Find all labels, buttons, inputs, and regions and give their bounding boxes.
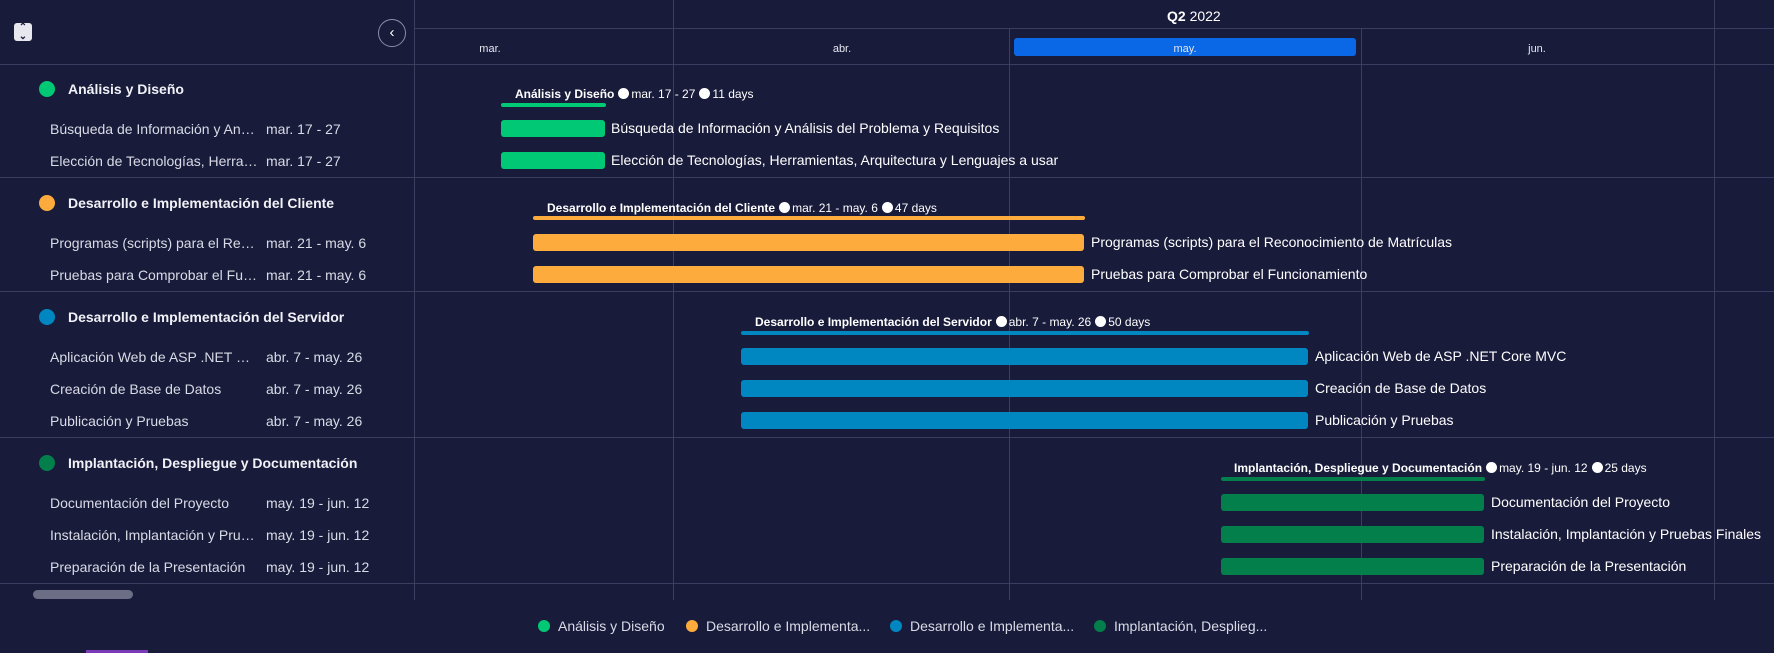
legend-dot-icon xyxy=(686,620,698,632)
task-bar-label: Documentación del Proyecto xyxy=(1491,494,1670,510)
task-name[interactable]: Documentación del Proyecto xyxy=(50,495,258,511)
task-bar[interactable] xyxy=(1221,558,1484,575)
group-divider xyxy=(0,291,1774,292)
task-bar-label: Búsqueda de Información y Análisis del P… xyxy=(611,120,1000,136)
task-dates: mar. 17 - 27 xyxy=(266,121,341,137)
task-dates: may. 19 - jun. 12 xyxy=(266,527,370,543)
group-title[interactable]: Implantación, Despliegue y Documentación xyxy=(68,455,357,471)
legend-dot-icon xyxy=(1094,620,1106,632)
group-color-dot[interactable] xyxy=(39,455,55,471)
task-name[interactable]: Pruebas para Comprobar el Funcionamiento xyxy=(50,267,258,283)
group-summary-label: Desarrollo e Implementación del Cliente m… xyxy=(547,201,937,215)
quarter-label: Q2 2022 xyxy=(1167,8,1221,24)
legend-item[interactable]: Análisis y Diseño xyxy=(538,618,665,634)
group-summary-bar[interactable] xyxy=(501,103,606,107)
task-bar[interactable] xyxy=(533,266,1084,283)
legend-dot-icon xyxy=(538,620,550,632)
task-bar-label: Creación de Base de Datos xyxy=(1315,380,1487,396)
task-bar-label: Aplicación Web de ASP .NET Core MVC xyxy=(1315,348,1567,364)
group-summary-bar[interactable] xyxy=(741,331,1309,335)
task-bar-label: Preparación de la Presentación xyxy=(1491,558,1687,574)
task-bar-label: Pruebas para Comprobar el Funcionamiento xyxy=(1091,266,1368,282)
group-divider xyxy=(0,583,1774,584)
task-name[interactable]: Aplicación Web de ASP .NET Core MVC xyxy=(50,349,258,365)
group-title[interactable]: Desarrollo e Implementación del Servidor xyxy=(68,309,344,325)
month-label: jun. xyxy=(1528,43,1546,55)
group-summary-label: Implantación, Despliegue y Documentación… xyxy=(1234,461,1647,475)
task-bar[interactable] xyxy=(741,412,1308,429)
task-dates: mar. 21 - may. 6 xyxy=(266,235,367,251)
task-dates: abr. 7 - may. 26 xyxy=(266,349,363,365)
task-dates: may. 19 - jun. 12 xyxy=(266,559,370,575)
panel-divider[interactable] xyxy=(414,0,415,600)
collapse-all-icon[interactable]: ⌃ ⌄ xyxy=(14,23,32,42)
group-divider xyxy=(0,437,1774,438)
task-name[interactable]: Publicación y Pruebas xyxy=(50,413,258,429)
group-color-dot[interactable] xyxy=(39,81,55,97)
task-bar[interactable] xyxy=(501,152,605,169)
task-dates: mar. 21 - may. 6 xyxy=(266,267,367,283)
task-bar[interactable] xyxy=(1221,494,1484,511)
task-bar-label: Instalación, Implantación y Pruebas Fina… xyxy=(1491,526,1762,542)
header-bottom-border xyxy=(0,64,1774,65)
task-bar-label: Programas (scripts) para el Reconocimien… xyxy=(1091,234,1453,250)
group-summary-bar[interactable] xyxy=(533,216,1085,220)
collapse-panel-button[interactable]: ‹ xyxy=(378,19,406,47)
task-bar[interactable] xyxy=(741,380,1308,397)
legend-dot-icon xyxy=(890,620,902,632)
legend-item[interactable]: Desarrollo e Implementa... xyxy=(686,618,870,634)
task-name[interactable]: Programas (scripts) para el Reconocimien… xyxy=(50,235,258,251)
task-bar-label: Publicación y Pruebas xyxy=(1315,412,1454,428)
task-name[interactable]: Búsqueda de Información y Análisis del P… xyxy=(50,121,258,137)
grid-line xyxy=(1009,28,1010,600)
task-dates: abr. 7 - may. 26 xyxy=(266,381,363,397)
grid-line xyxy=(1361,28,1362,600)
horizontal-scrollbar[interactable] xyxy=(33,590,133,599)
task-name[interactable]: Instalación, Implantación y Pruebas Fina… xyxy=(50,527,258,543)
task-bar[interactable] xyxy=(1221,526,1484,543)
month-label: may. xyxy=(1173,43,1197,55)
group-title[interactable]: Análisis y Diseño xyxy=(68,81,184,97)
group-color-dot[interactable] xyxy=(39,195,55,211)
task-name[interactable]: Preparación de la Presentación xyxy=(50,559,258,575)
group-summary-label: Desarrollo e Implementación del Servidor… xyxy=(755,315,1151,329)
task-name[interactable]: Creación de Base de Datos xyxy=(50,381,258,397)
month-label: mar. xyxy=(479,43,501,55)
task-dates: may. 19 - jun. 12 xyxy=(266,495,370,511)
task-bar[interactable] xyxy=(533,234,1084,251)
task-name[interactable]: Elección de Tecnologías, Herramientas, A… xyxy=(50,153,258,169)
legend-item[interactable]: Desarrollo e Implementa... xyxy=(890,618,1074,634)
task-dates: abr. 7 - may. 26 xyxy=(266,413,363,429)
grid-line xyxy=(1714,0,1715,600)
group-divider xyxy=(0,177,1774,178)
month-label: abr. xyxy=(832,43,852,55)
legend-item[interactable]: Implantación, Desplieg... xyxy=(1094,618,1267,634)
task-dates: mar. 17 - 27 xyxy=(266,153,341,169)
task-bar[interactable] xyxy=(501,120,605,137)
task-bar[interactable] xyxy=(741,348,1308,365)
group-summary-label: Análisis y Diseño mar. 17 - 27 11 days xyxy=(515,87,754,101)
group-summary-bar[interactable] xyxy=(1221,477,1485,481)
task-bar-label: Elección de Tecnologías, Herramientas, A… xyxy=(611,152,1059,168)
header-divider xyxy=(414,28,1774,29)
group-title[interactable]: Desarrollo e Implementación del Cliente xyxy=(68,195,334,211)
group-color-dot[interactable] xyxy=(39,309,55,325)
